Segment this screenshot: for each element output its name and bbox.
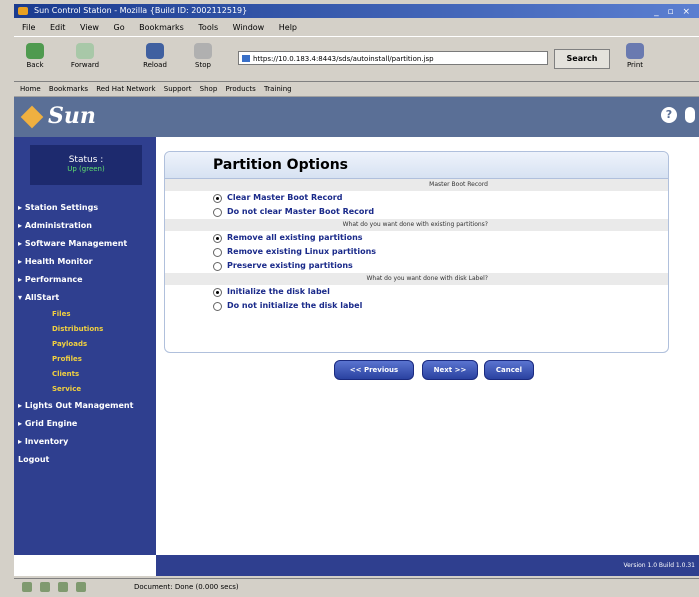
menu-edit[interactable]: Edit bbox=[50, 23, 66, 32]
app-icon bbox=[18, 7, 28, 15]
print-button[interactable]: Print bbox=[618, 41, 652, 75]
menu-tools[interactable]: Tools bbox=[198, 23, 218, 32]
title-bar: Sun Control Station - Mozilla {Build ID:… bbox=[14, 4, 699, 18]
radio-option[interactable]: Do not initialize the disk label bbox=[165, 299, 668, 313]
navigation-toolbar: Back Forward Reload Stop https://10.0.18… bbox=[14, 36, 699, 82]
previous-button[interactable]: << Previous bbox=[334, 360, 414, 380]
bookmark-red-hat-network[interactable]: Red Hat Network bbox=[96, 85, 155, 93]
partition-options-panel: Partition Options Master Boot Record Cle… bbox=[164, 151, 669, 353]
help-icon[interactable]: ? bbox=[661, 107, 677, 123]
status-bar: Document: Done (0.000 secs) bbox=[14, 578, 699, 596]
bookmark-training[interactable]: Training bbox=[264, 85, 292, 93]
sidebar-subitem-payloads[interactable]: Payloads bbox=[18, 337, 156, 352]
menu-go[interactable]: Go bbox=[114, 23, 125, 32]
sidebar-item-lights-out-management[interactable]: ▸ Lights Out Management bbox=[18, 397, 156, 415]
menu-file[interactable]: File bbox=[22, 23, 35, 32]
status-box: Status : Up (green) bbox=[30, 145, 142, 185]
radio-unselected-icon[interactable] bbox=[213, 247, 222, 257]
printer-icon bbox=[626, 43, 644, 59]
reload-icon bbox=[146, 43, 164, 59]
url-input[interactable]: https://10.0.183.4:8443/sds/autoinstall/… bbox=[238, 51, 548, 65]
info-icon[interactable] bbox=[685, 107, 695, 123]
window-controls[interactable]: _ ▫ × bbox=[654, 5, 693, 19]
bookmark-support[interactable]: Support bbox=[164, 85, 192, 93]
stop-button[interactable]: Stop bbox=[186, 41, 220, 75]
sidebar-nav: ▸ Station Settings ▸ Administration ▸ So… bbox=[18, 199, 156, 469]
sidebar-item-performance[interactable]: ▸ Performance bbox=[18, 271, 156, 289]
sidebar-subitem-distributions[interactable]: Distributions bbox=[18, 322, 156, 337]
bookmark-home[interactable]: Home bbox=[20, 85, 41, 93]
sidebar-item-administration[interactable]: ▸ Administration bbox=[18, 217, 156, 235]
menu-window[interactable]: Window bbox=[233, 23, 265, 32]
sidebar-item-inventory[interactable]: ▸ Inventory bbox=[18, 433, 156, 451]
panel-title: Partition Options bbox=[165, 152, 668, 179]
sidebar-item-logout[interactable]: Logout bbox=[18, 451, 156, 469]
radio-unselected-icon[interactable] bbox=[213, 301, 222, 311]
radio-selected-icon[interactable] bbox=[213, 193, 222, 203]
masthead: Sun ? bbox=[14, 97, 699, 137]
radio-option[interactable]: Initialize the disk label bbox=[165, 285, 668, 299]
sidebar-item-grid-engine[interactable]: ▸ Grid Engine bbox=[18, 415, 156, 433]
sidebar-subitem-service[interactable]: Service bbox=[18, 382, 156, 397]
section-heading: What do you want done with existing part… bbox=[165, 219, 668, 231]
radio-option[interactable]: Remove existing Linux partitions bbox=[165, 245, 668, 259]
back-button[interactable]: Back bbox=[18, 41, 52, 75]
sidebar-item-station-settings[interactable]: ▸ Station Settings bbox=[18, 199, 156, 217]
sun-logo: Sun bbox=[20, 103, 96, 129]
sidebar-subitem-files[interactable]: Files bbox=[18, 307, 156, 322]
menu-view[interactable]: View bbox=[80, 23, 99, 32]
browser-window: Sun Control Station - Mozilla {Build ID:… bbox=[0, 0, 699, 597]
navigator-icon[interactable] bbox=[22, 582, 32, 592]
back-arrow-icon bbox=[26, 43, 44, 59]
forward-arrow-icon bbox=[76, 43, 94, 59]
stop-icon bbox=[194, 43, 212, 59]
radio-unselected-icon[interactable] bbox=[213, 207, 222, 217]
bookmarks-toolbar: Home Bookmarks Red Hat Network Support S… bbox=[14, 82, 699, 97]
radio-unselected-icon[interactable] bbox=[213, 261, 222, 271]
status-label: Status : bbox=[68, 155, 104, 165]
menu-help[interactable]: Help bbox=[279, 23, 297, 32]
reload-button[interactable]: Reload bbox=[138, 41, 172, 75]
forward-button[interactable]: Forward bbox=[68, 41, 102, 75]
bookmark-bookmarks[interactable]: Bookmarks bbox=[49, 85, 88, 93]
sidebar-item-software-management[interactable]: ▸ Software Management bbox=[18, 235, 156, 253]
address-book-icon[interactable] bbox=[76, 582, 86, 592]
cancel-button[interactable]: Cancel bbox=[484, 360, 534, 380]
bookmark-products[interactable]: Products bbox=[226, 85, 256, 93]
menu-bar: File Edit View Go Bookmarks Tools Window… bbox=[14, 21, 699, 35]
radio-option[interactable]: Do not clear Master Boot Record bbox=[165, 205, 668, 219]
section-heading: Master Boot Record bbox=[165, 179, 668, 191]
radio-selected-icon[interactable] bbox=[213, 233, 222, 243]
composer-icon[interactable] bbox=[58, 582, 68, 592]
radio-selected-icon[interactable] bbox=[213, 287, 222, 297]
mail-icon[interactable] bbox=[40, 582, 50, 592]
search-button[interactable]: Search bbox=[554, 49, 610, 69]
window-title: Sun Control Station - Mozilla {Build ID:… bbox=[34, 6, 248, 15]
sidebar-subitem-profiles[interactable]: Profiles bbox=[18, 352, 156, 367]
page-icon bbox=[242, 55, 250, 62]
sidebar: Status : Up (green) ▸ Station Settings ▸… bbox=[14, 137, 156, 555]
radio-option[interactable]: Clear Master Boot Record bbox=[165, 191, 668, 205]
radio-option[interactable]: Preserve existing partitions bbox=[165, 259, 668, 273]
status-value: Up (green) bbox=[67, 165, 105, 173]
status-text: Document: Done (0.000 secs) bbox=[134, 583, 239, 591]
radio-option[interactable]: Remove all existing partitions bbox=[165, 231, 668, 245]
web-page: Sun ? Status : Up (green) ▸ Station Sett… bbox=[14, 97, 699, 576]
section-heading: What do you want done with disk Label? bbox=[165, 273, 668, 285]
wizard-buttons: << Previous Next >> Cancel bbox=[334, 360, 554, 380]
sidebar-item-allstart[interactable]: ▾ AllStart bbox=[18, 289, 156, 307]
sidebar-item-health-monitor[interactable]: ▸ Health Monitor bbox=[18, 253, 156, 271]
version-footer: Version 1.0 Build 1.0.31 bbox=[156, 555, 699, 576]
menu-bookmarks[interactable]: Bookmarks bbox=[139, 23, 184, 32]
sun-diamond-icon bbox=[20, 105, 44, 129]
next-button[interactable]: Next >> bbox=[422, 360, 478, 380]
bookmark-shop[interactable]: Shop bbox=[200, 85, 218, 93]
sidebar-subitem-clients[interactable]: Clients bbox=[18, 367, 156, 382]
